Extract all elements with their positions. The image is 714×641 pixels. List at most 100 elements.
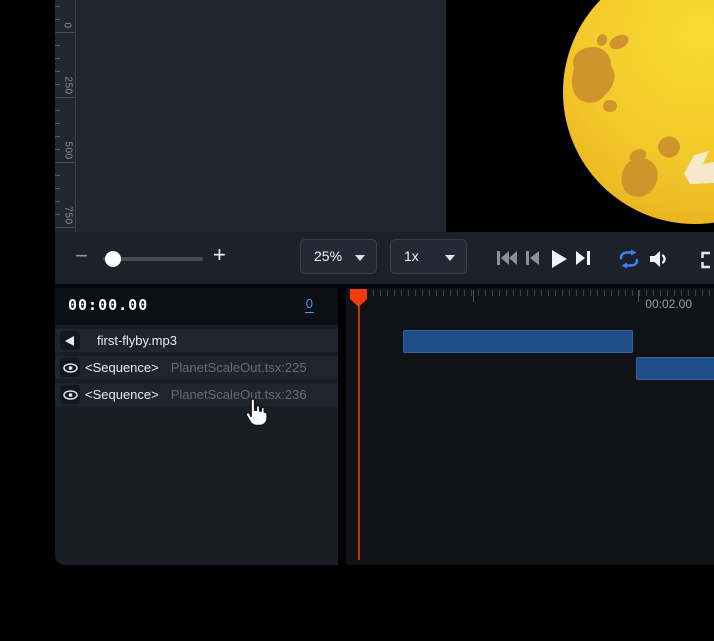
timeline-tick [597,290,598,296]
track-name: first-flyby.mp3 [97,333,177,348]
timeline-tick [639,290,640,296]
playback-rate-dropdown[interactable]: 1x [390,239,467,274]
timeline-tick [401,290,402,296]
ruler-tick [55,84,60,85]
timeline-tick [653,290,654,296]
timeline-tick [457,290,458,296]
timeline-tick [695,290,696,296]
ruler-tick [55,123,60,124]
timeline-tick [373,290,374,296]
ruler-tick [55,175,60,176]
track-name: <Sequence> [85,387,159,402]
timeline-tick [471,290,472,296]
track-source: PlanetScaleOut.tsx:236 [171,387,307,402]
timeline-tick [499,290,500,296]
fullscreen-button[interactable] [700,250,714,275]
visibility-button[interactable] [60,385,80,404]
play-icon [551,250,567,268]
vertical-ruler[interactable]: 0 250 500 750 [55,0,76,232]
timeline-tick [513,290,514,296]
volume-icon [650,250,668,268]
timeline-header: 00:00.00 0 [55,288,338,325]
ruler-tick [55,71,60,72]
timecode-display: 00:00.00 [68,296,148,314]
frame-counter-link[interactable]: 0 [305,296,314,313]
eye-icon [63,390,78,400]
next-frame-button[interactable] [576,250,590,271]
previous-frame-button[interactable] [526,250,539,271]
clip-bar-audio[interactable] [403,330,633,353]
timeline-tick [527,290,528,296]
skip-to-start-button[interactable] [497,250,517,271]
preview-pane: 0 250 500 750 [55,0,714,232]
next-frame-icon [576,250,590,266]
ruler-label: 750 [63,206,74,224]
ruler-tick [55,149,60,150]
ruler-tick [55,45,60,46]
time-marker-label: 00:02.00 [645,297,692,311]
timeline-tick [590,290,591,296]
planet-graphic [446,0,714,232]
timeline-tick [625,290,626,296]
clip-bar-sequence[interactable] [636,357,714,380]
ruler-tick [55,97,75,98]
zoom-out-button[interactable]: − [75,245,88,267]
timeline-tick [387,290,388,296]
timeline-tick [583,290,584,296]
zoom-slider-knob[interactable] [105,251,121,267]
timeline-pane: 00:00.00 0 first-flyby.mp3 <S [55,288,714,565]
zoom-in-button[interactable]: + [213,244,226,266]
loop-button[interactable] [617,249,641,274]
speaker-icon [65,336,75,346]
ruler-tick [55,162,75,163]
ruler-label: 250 [63,76,74,94]
timeline-tick [576,290,577,296]
fullscreen-icon [700,250,714,270]
timeline-tick [562,290,563,296]
ruler-tick [55,188,60,189]
track-row-sequence[interactable]: <Sequence> PlanetScaleOut.tsx:225 [55,356,338,379]
playhead-marker[interactable] [350,289,367,308]
timeline-tick [541,290,542,296]
chevron-down-icon [445,255,455,261]
track-row-audio[interactable]: first-flyby.mp3 [55,329,338,352]
skip-to-start-icon [497,250,517,266]
play-button[interactable] [551,250,567,273]
timeline-tick [436,290,437,296]
timeline-tick [429,290,430,296]
toolbar: − + 25% 1x [55,232,714,284]
chevron-down-icon [355,255,365,261]
studio-window: 0 250 500 750 [55,0,714,565]
timeline-tick [604,290,605,296]
timeline-tick [611,290,612,296]
timeline-tick [450,290,451,296]
audio-mute-button[interactable] [60,331,80,350]
timeline-tick [415,290,416,296]
timeline-tick-major [473,290,474,302]
ruler-tick [55,58,60,59]
timeline-tick [618,290,619,296]
timeline-tick [443,290,444,296]
ruler-tick [55,32,75,33]
timeline-tick [681,290,682,296]
ruler-tick [55,136,60,137]
timeline-track-list: 00:00.00 0 first-flyby.mp3 <S [55,288,338,565]
timeline-tick [408,290,409,296]
volume-button[interactable] [650,250,668,273]
loop-icon [617,249,641,269]
timeline-tick [660,290,661,296]
visibility-button[interactable] [60,358,80,377]
timeline-clip-area[interactable]: 00:02.00 [346,288,714,565]
zoom-level-value: 25% [314,248,342,264]
ruler-tick [55,19,60,20]
track-source: PlanetScaleOut.tsx:225 [171,360,307,375]
track-row-sequence[interactable]: <Sequence> PlanetScaleOut.tsx:236 [55,383,338,406]
timeline-tick-major [638,290,639,302]
previous-frame-icon [526,250,539,266]
timeline-tick [506,290,507,296]
timeline-tick [422,290,423,296]
zoom-level-dropdown[interactable]: 25% [300,239,377,274]
ruler-tick [55,110,60,111]
ruler-tick [55,201,60,202]
timeline-tick [394,290,395,296]
